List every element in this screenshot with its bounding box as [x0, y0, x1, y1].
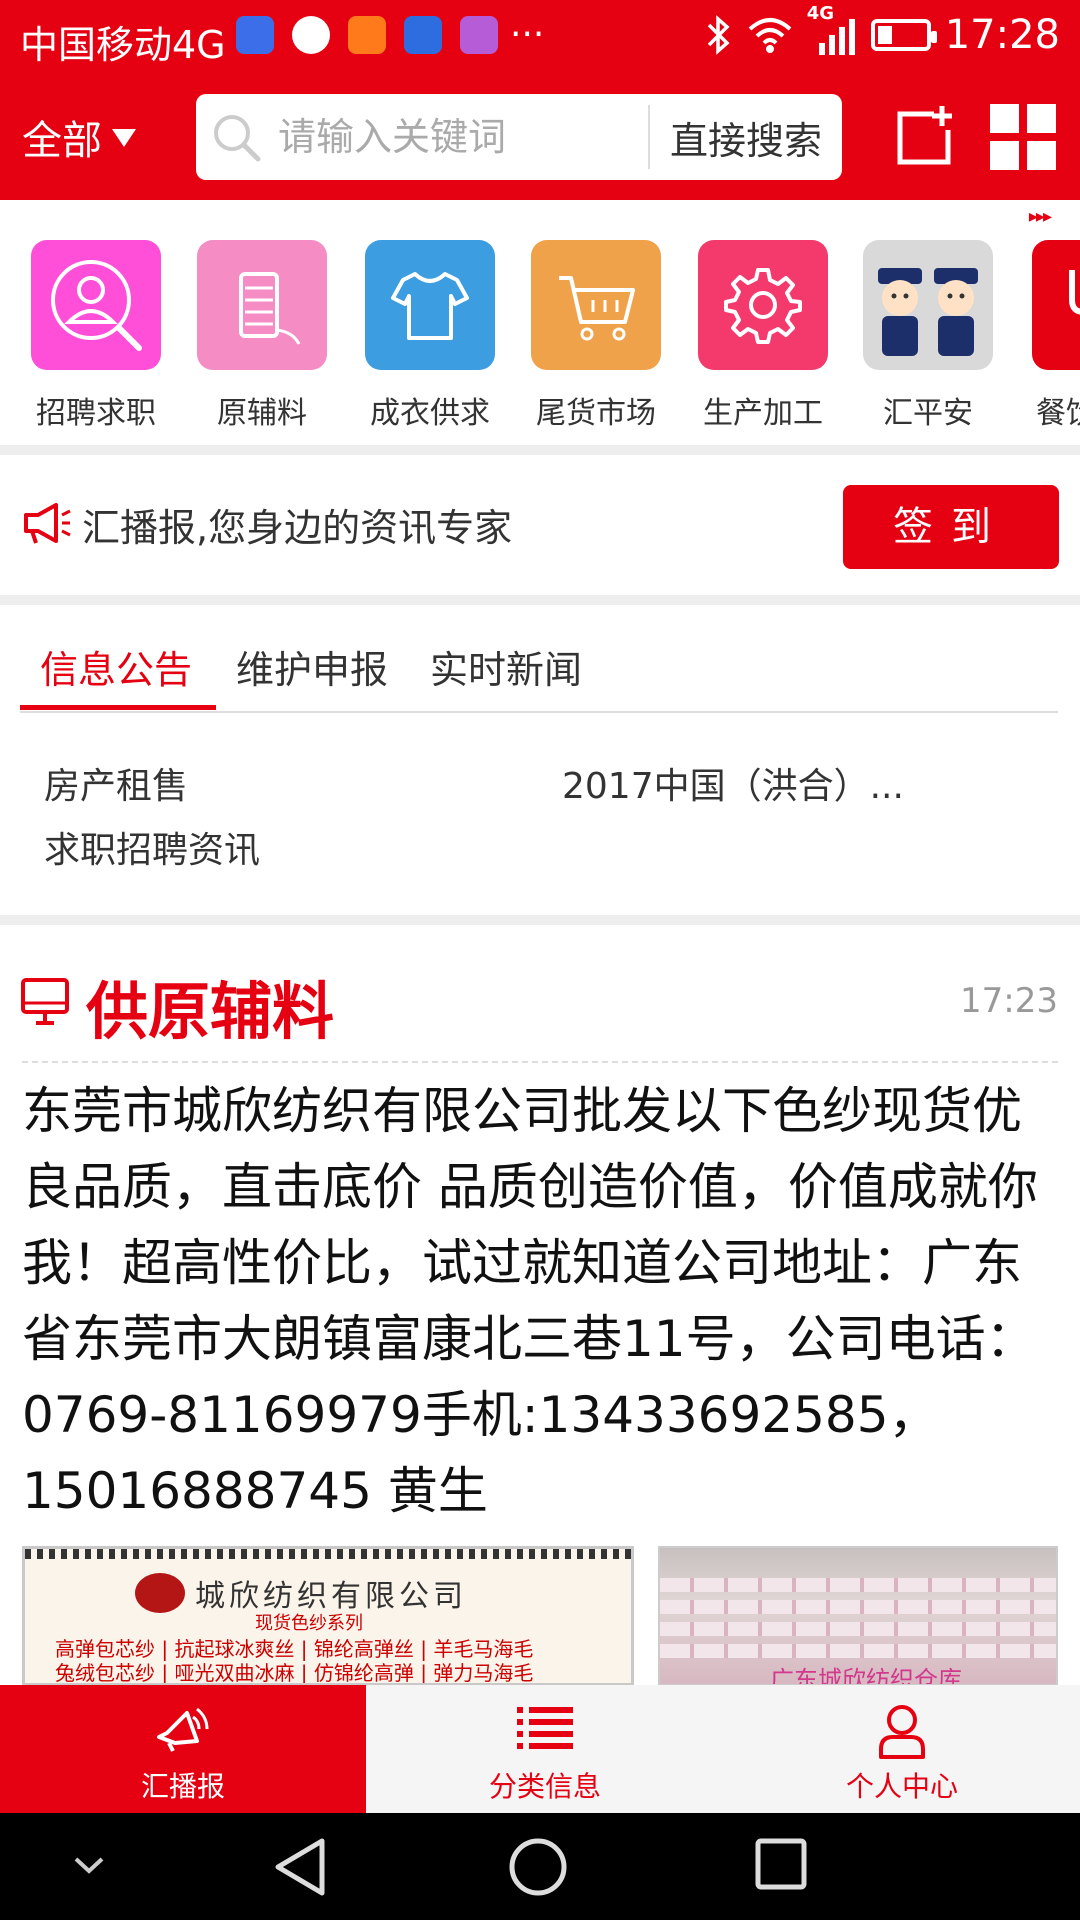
category-recruitment[interactable]: 招聘求职	[26, 240, 166, 432]
user-icon	[879, 1705, 925, 1759]
search-icon	[196, 111, 276, 163]
system-nav-bar	[0, 1813, 1080, 1920]
banner-products: 高弹包芯纱 | 抗起球冰爽丝 | 锦纶高弹丝 | 羊毛马海毛 兔绒包芯纱 | 哑…	[55, 1637, 534, 1685]
baidu-app-icon	[236, 16, 274, 54]
megaphone-icon	[24, 503, 71, 544]
recents-icon[interactable]	[754, 1837, 808, 1891]
nav-broadcast[interactable]: 汇播报	[0, 1685, 366, 1813]
shirt-icon	[365, 240, 495, 370]
category-label: 生产加工	[703, 396, 823, 431]
scope-label: 全部	[22, 118, 102, 164]
category-label: 原辅料	[217, 396, 307, 431]
divider	[0, 445, 1080, 455]
banner-line: 兔绒包芯纱 | 哑光双曲冰麻 | 仿锦纶高弹 | 弹力马海毛	[55, 1661, 534, 1685]
tab-bar: 信息公告 维护申报 实时新闻	[20, 605, 1058, 713]
banner-series: 现货色纱系列	[255, 1613, 363, 1634]
category-catering[interactable]: 餐饮	[1024, 240, 1080, 432]
search-input[interactable]	[276, 114, 640, 160]
grid-menu-icon[interactable]	[990, 104, 1056, 170]
status-right: 4G 17:28	[705, 3, 1060, 58]
article-category: 供原辅料	[86, 975, 335, 1048]
chat-app-icon	[404, 16, 442, 54]
shopping-cart-icon	[531, 240, 661, 370]
category-materials[interactable]: 原辅料	[192, 240, 332, 432]
carrier-label: 中国移动4G	[20, 23, 226, 67]
list-icon	[517, 1707, 573, 1749]
tab-announcements[interactable]: 信息公告	[40, 639, 192, 694]
bluetooth-icon	[707, 15, 730, 55]
more-arrows: ▸▸▸	[1028, 206, 1052, 227]
add-post-icon[interactable]	[894, 104, 958, 168]
bottom-nav: 汇播报 分类信息 个人中心	[0, 1685, 1080, 1813]
broadcast-icon	[157, 1707, 209, 1752]
tab-active-indicator	[20, 705, 216, 710]
yarn-stack	[660, 1600, 1056, 1614]
nav-profile[interactable]: 个人中心	[724, 1685, 1080, 1813]
notice-link[interactable]: 求职招聘资讯	[44, 821, 260, 873]
yarn-stack	[660, 1578, 1056, 1592]
battery-icon	[870, 19, 937, 51]
search-bar: 直接搜索	[196, 94, 842, 180]
article-image-company-banner[interactable]: 城欣纺织有限公司 现货色纱系列 高弹包芯纱 | 抗起球冰爽丝 | 锦纶高弹丝 |…	[22, 1546, 634, 1685]
nav-categories[interactable]: 分类信息	[366, 1685, 724, 1813]
divider	[0, 595, 1080, 605]
article-body: 东莞市城欣纺织有限公司批发以下色纱现货优良品质，直击底价 品质创造价值，价值成就…	[22, 1082, 1038, 1520]
company-logo	[135, 1573, 185, 1613]
category-label: 成衣供求	[370, 396, 490, 431]
monitor-icon	[21, 978, 69, 1025]
scope-dropdown[interactable]: 全部	[22, 108, 136, 166]
nav-label: 汇播报	[140, 1770, 225, 1803]
category-label: 招聘求职	[36, 396, 156, 431]
category-label: 汇平安	[883, 396, 973, 431]
overflow-dots: ···	[510, 14, 545, 55]
notice-text: 汇播报,您身边的资讯专家	[82, 506, 513, 550]
yarn-stack	[660, 1644, 1056, 1658]
notice-link[interactable]: 房产租售	[44, 757, 188, 809]
ball-app-icon	[292, 16, 330, 54]
search-button[interactable]: 直接搜索	[650, 110, 842, 165]
category-safety[interactable]: 汇平安	[858, 240, 998, 432]
yarn-spool-icon	[197, 240, 327, 370]
notice-link[interactable]: 2017中国（洪合）...	[562, 757, 904, 809]
dashed-divider	[22, 1061, 1058, 1063]
fork-icon	[1032, 240, 1080, 370]
article-time: 17:23	[960, 981, 1058, 1021]
gallery-app-icon	[460, 16, 498, 54]
warehouse-caption: 广东城欣纺织仓库	[770, 1666, 962, 1685]
police-cartoon-icon	[863, 240, 993, 370]
category-garments[interactable]: 成衣供求	[360, 240, 500, 432]
status-bar: 中国移动4G ··· 4G 17:28	[0, 0, 1080, 80]
decorative-border	[25, 1549, 631, 1559]
nav-label: 分类信息	[488, 1770, 601, 1803]
category-row: ▸▸▸ 招聘求职 原辅料 成衣供求 尾货市场 生产加工 汇平安 餐	[0, 200, 1080, 445]
yarn-stack	[660, 1622, 1056, 1636]
nav-label: 个人中心	[845, 1770, 958, 1803]
info-tabs-section: 信息公告 维护申报 实时新闻 房产租售 2017中国（洪合）... 求职招聘资讯	[0, 605, 1080, 915]
chevron-down-icon[interactable]	[72, 1853, 106, 1877]
clock: 17:28	[944, 12, 1060, 58]
category-surplus-market[interactable]: 尾货市场	[526, 240, 666, 432]
wifi-icon	[748, 18, 792, 53]
category-label: 餐饮	[1036, 396, 1080, 431]
app-header: 全部 直接搜索	[0, 80, 1080, 200]
back-icon[interactable]	[272, 1837, 328, 1897]
network-type: 4G	[806, 3, 835, 24]
category-label: 尾货市场	[536, 396, 656, 431]
banner-line: 高弹包芯纱 | 抗起球冰爽丝 | 锦纶高弹丝 | 羊毛马海毛	[55, 1637, 534, 1661]
article-image-warehouse[interactable]: 广东城欣纺织仓库	[658, 1546, 1058, 1685]
home-icon[interactable]	[508, 1837, 568, 1897]
notice-bar: 汇播报,您身边的资讯专家 签到	[0, 455, 1080, 595]
tab-live-news[interactable]: 实时新闻	[430, 639, 582, 694]
caret-down-icon	[112, 129, 136, 147]
category-processing[interactable]: 生产加工	[693, 240, 833, 432]
heart-app-icon	[348, 16, 386, 54]
divider	[0, 915, 1080, 925]
notification-icons	[236, 16, 498, 54]
gear-icon	[698, 240, 828, 370]
signal-icon: 4G	[807, 3, 857, 57]
tab-maintenance-report[interactable]: 维护申报	[236, 639, 388, 694]
signin-button[interactable]: 签到	[843, 485, 1059, 569]
article-card[interactable]: 供原辅料 17:23 东莞市城欣纺织有限公司批发以下色纱现货优良品质，直击底价 …	[0, 925, 1080, 1685]
person-search-icon	[31, 240, 161, 370]
